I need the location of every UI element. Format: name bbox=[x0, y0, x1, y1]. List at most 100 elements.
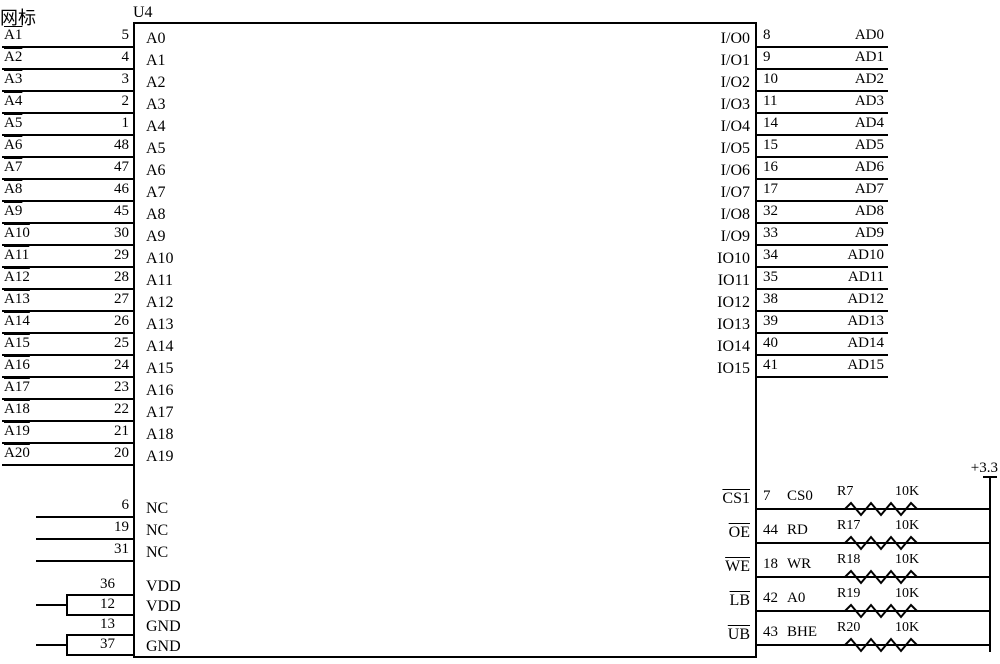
pin-name: GND bbox=[146, 618, 181, 636]
ctrl-row: 7CS0R710K bbox=[757, 478, 991, 510]
nc-stub: 19 bbox=[36, 518, 133, 540]
pin-number: 34 bbox=[763, 247, 778, 264]
pin-name: I/O7 bbox=[721, 184, 750, 202]
pin-name: IO15 bbox=[717, 360, 750, 378]
pin-name: A18 bbox=[146, 426, 174, 444]
pin-name: A4 bbox=[146, 118, 166, 136]
io-net-row: 33 AD9 bbox=[757, 224, 888, 246]
pin-number: 21 bbox=[114, 423, 129, 440]
pin-number: 20 bbox=[114, 445, 129, 462]
pin-name: NC bbox=[146, 500, 168, 518]
pin-name: CS1 bbox=[722, 490, 750, 508]
pin-number: 5 bbox=[122, 27, 130, 44]
addr-net-row: A51 bbox=[2, 114, 133, 136]
vcc-label: +3.3 bbox=[971, 460, 998, 477]
io-net-row: 9AD1 bbox=[757, 48, 888, 70]
resistor-icon bbox=[835, 637, 927, 653]
pin-number: 2 bbox=[122, 93, 130, 110]
net-label: AD4 bbox=[855, 115, 884, 132]
pin-number: 1 bbox=[122, 115, 130, 132]
pin-number: 36 bbox=[100, 576, 115, 593]
addr-net-row: A846 bbox=[2, 180, 133, 202]
pin-number: 30 bbox=[114, 225, 129, 242]
resistor-value: 10K bbox=[895, 620, 919, 636]
pin-name: A17 bbox=[146, 404, 174, 422]
pin-number: 40 bbox=[763, 335, 778, 352]
pin-number: 6 bbox=[122, 497, 130, 514]
pin-name: A13 bbox=[146, 316, 174, 334]
net-label: A6 bbox=[4, 137, 22, 154]
resistor-value: 10K bbox=[895, 586, 919, 602]
pin-name: A3 bbox=[146, 96, 166, 114]
io-net-row: 38AD12 bbox=[757, 290, 888, 312]
pin-name: I/O1 bbox=[721, 52, 750, 70]
pin-name: A9 bbox=[146, 228, 166, 246]
pin-number: 19 bbox=[114, 519, 129, 536]
pin-name: IO12 bbox=[717, 294, 750, 312]
io-net-row: 17AD7 bbox=[757, 180, 888, 202]
pin-name: A19 bbox=[146, 448, 174, 466]
pin-name: A15 bbox=[146, 360, 174, 378]
net-label: A10 bbox=[4, 225, 30, 242]
pin-name: OE bbox=[729, 524, 750, 542]
pin-number: 48 bbox=[114, 137, 129, 154]
pin-number: 16 bbox=[763, 159, 778, 176]
ctrl-row: 44RDR1710K bbox=[757, 512, 991, 544]
pin-name: A5 bbox=[146, 140, 166, 158]
net-label: A4 bbox=[4, 93, 22, 110]
pin-name: I/O4 bbox=[721, 118, 750, 136]
pin-name: GND bbox=[146, 638, 181, 656]
net-label: AD1 bbox=[855, 49, 884, 66]
pin-name: IO14 bbox=[717, 338, 750, 356]
io-net-row: 14 AD4 bbox=[757, 114, 888, 136]
net-label: A20 bbox=[4, 445, 30, 462]
net-label: RD bbox=[787, 522, 808, 539]
pin-number: 10 bbox=[763, 71, 778, 88]
net-label: A7 bbox=[4, 159, 22, 176]
pin-number: 25 bbox=[114, 335, 129, 352]
pin-name: I/O2 bbox=[721, 74, 750, 92]
addr-net-row: A945 bbox=[2, 202, 133, 224]
pin-name: I/O0 bbox=[721, 30, 750, 48]
pin-number: 45 bbox=[114, 203, 129, 220]
wire bbox=[2, 464, 133, 466]
net-label: A12 bbox=[4, 269, 30, 286]
pin-number: 41 bbox=[763, 357, 778, 374]
pin-number: 32 bbox=[763, 203, 778, 220]
net-label: AD12 bbox=[847, 291, 884, 308]
pin-name: UB bbox=[728, 626, 750, 644]
pin-name: A2 bbox=[146, 74, 166, 92]
nc-stub: 31 bbox=[36, 540, 133, 562]
net-label: AD9 bbox=[855, 225, 884, 242]
net-label: A14 bbox=[4, 313, 30, 330]
io-net-row: 16 AD6 bbox=[757, 158, 888, 180]
net-label: AD6 bbox=[855, 159, 884, 176]
pin-number: 42 bbox=[763, 590, 778, 607]
net-label: A13 bbox=[4, 291, 30, 308]
wire bbox=[757, 376, 888, 378]
pin-number: 12 bbox=[100, 596, 115, 613]
addr-net-row: A1624 bbox=[2, 356, 133, 378]
net-label: A18 bbox=[4, 401, 30, 418]
pin-number: 14 bbox=[763, 115, 778, 132]
resistor-ref: R17 bbox=[837, 518, 860, 534]
pin-number: 46 bbox=[114, 181, 129, 198]
vdd-bracket bbox=[66, 594, 68, 614]
pin-number: 8 bbox=[763, 27, 771, 44]
pin-number: 23 bbox=[114, 379, 129, 396]
pin-number: 33 bbox=[763, 225, 778, 242]
io-net-row: 11AD3 bbox=[757, 92, 888, 114]
net-label: AD0 bbox=[855, 27, 884, 44]
addr-net-row: A24 bbox=[2, 48, 133, 70]
net-label: A2 bbox=[4, 49, 22, 66]
pin-name: A7 bbox=[146, 184, 166, 202]
pin-name: A1 bbox=[146, 52, 166, 70]
pin-number: 31 bbox=[114, 541, 129, 558]
io-net-row: 8 AD0 bbox=[757, 26, 888, 48]
resistor-value: 10K bbox=[895, 518, 919, 534]
pin-name: WE bbox=[725, 558, 750, 576]
pin-number: 15 bbox=[763, 137, 778, 154]
resistor-value: 10K bbox=[895, 484, 919, 500]
resistor-ref: R18 bbox=[837, 552, 860, 568]
wire bbox=[36, 604, 66, 606]
